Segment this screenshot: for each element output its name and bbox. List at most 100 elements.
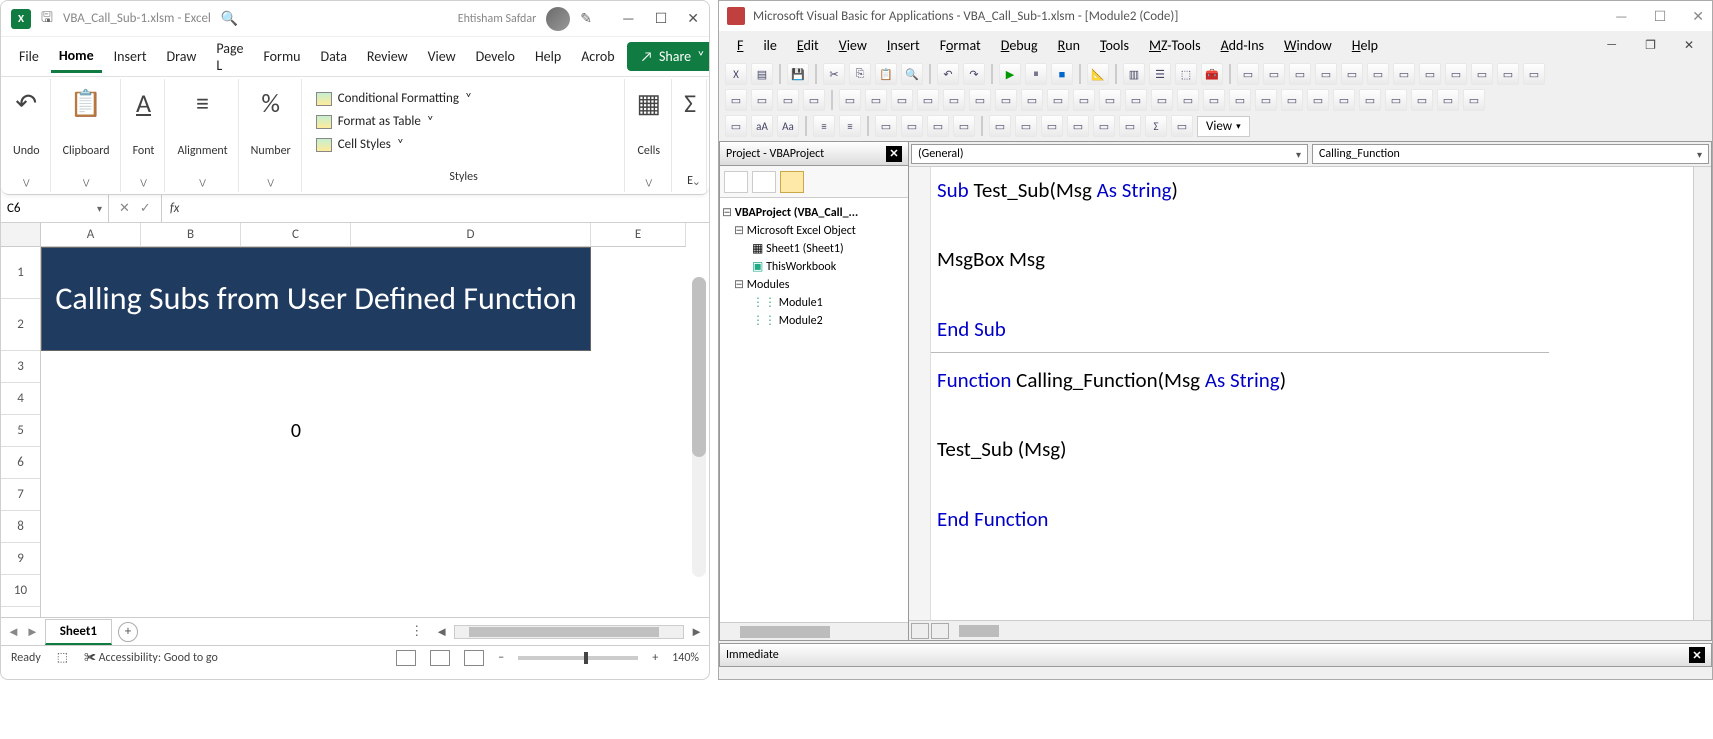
row-header-1[interactable]: 1 [1,247,40,299]
properties-icon[interactable]: ☰ [1149,63,1171,85]
view-excel-icon[interactable]: X [725,63,747,85]
view-dropdown[interactable]: View [1197,116,1250,137]
zoom-knob[interactable] [584,652,588,664]
undo-icon[interactable]: ↶ [937,63,959,85]
col-header-b[interactable]: B [141,223,241,246]
vba-maximize-icon[interactable]: ☐ [1654,8,1667,25]
project-explorer-icon[interactable]: ▥ [1123,63,1145,85]
menu-mztools[interactable]: MZ-Tools [1139,33,1211,58]
project-tree[interactable]: VBAProject (VBA_Call_... Microsoft Excel… [720,198,908,622]
object-dropdown[interactable]: (General) [911,144,1308,164]
project-hscroll-thumb[interactable] [740,626,830,638]
tb-icon[interactable]: ▭ [839,89,861,111]
row-header-2[interactable]: 2 [1,299,40,351]
row-header-7[interactable]: 7 [1,479,40,511]
paste-icon[interactable]: 📋 [875,63,897,85]
hscroll-right-icon[interactable]: ► [690,624,703,640]
tab-page-layout[interactable]: Page L [208,34,251,80]
design-mode-icon[interactable]: 📐 [1087,63,1109,85]
tab-view[interactable]: View [420,42,464,71]
tb-icon[interactable]: ▭ [725,89,747,111]
menu-insert[interactable]: Insert [877,33,930,58]
tb-icon[interactable]: ▭ [1229,89,1251,111]
col-header-a[interactable]: A [41,223,141,246]
tb-icon[interactable]: ▭ [803,89,825,111]
procedure-dropdown[interactable]: Calling_Function [1312,144,1709,164]
share-button[interactable]: Share ˅ [627,42,710,71]
tb-icon[interactable]: ▭ [1177,89,1199,111]
redo-icon[interactable]: ↷ [963,63,985,85]
cell-c5[interactable]: 0 [241,415,351,447]
tb-icon[interactable]: ▭ [1041,115,1063,137]
vertical-scrollbar[interactable] [692,277,706,577]
tb-icon[interactable]: ▭ [901,115,923,137]
menu-debug[interactable]: Debug [991,33,1048,58]
tb-icon[interactable]: ▭ [725,115,747,137]
menu-addins[interactable]: Add-Ins [1211,33,1274,58]
project-explorer-close-icon[interactable]: ✕ [886,146,902,162]
formula-input[interactable] [187,195,709,222]
immediate-close-icon[interactable]: ✕ [1689,647,1705,663]
tb-icon[interactable]: ▭ [1359,89,1381,111]
tb-icon[interactable]: ▭ [891,89,913,111]
tb-icon[interactable]: ▭ [1073,89,1095,111]
full-module-view-icon[interactable] [931,623,949,639]
tb-icon[interactable]: ▭ [1333,89,1355,111]
maximize-icon[interactable]: ☐ [655,10,668,27]
tree-thisworkbook[interactable]: ThisWorkbook [722,258,906,276]
format-as-table-button[interactable]: Format as Table ˅ [316,114,434,129]
view-page-break-icon[interactable] [464,650,484,666]
search-icon[interactable]: 🔍 [221,10,238,27]
tb-icon[interactable]: ▭ [1497,63,1519,85]
tb-icon[interactable]: Σ [1145,115,1167,137]
vba-minimize-icon[interactable]: — [1615,8,1628,25]
tab-options-icon[interactable]: ⋮ [410,624,423,639]
ribbon-group-number[interactable]: %Number⋁ [241,79,302,192]
copy-icon[interactable]: ⎘ [849,63,871,85]
hscroll-thumb[interactable] [469,627,659,637]
tb-icon[interactable]: ▭ [1015,115,1037,137]
view-normal-icon[interactable] [396,650,416,666]
tab-developer[interactable]: Develo [468,42,523,71]
tree-module2[interactable]: Module2 [722,312,906,330]
row-header-8[interactable]: 8 [1,511,40,543]
user-avatar[interactable] [546,7,570,31]
menu-format[interactable]: Format [930,33,991,58]
name-box[interactable]: C6 [1,195,109,222]
grid-cells[interactable]: Calling Subs from User Defined Function … [41,247,709,617]
mdi-close-icon[interactable]: ✕ [1674,34,1704,57]
tab-review[interactable]: Review [359,42,416,71]
run-icon[interactable]: ▶ [999,63,1021,85]
row-header-5[interactable]: 5 [1,415,40,447]
tb-icon[interactable]: ▭ [865,89,887,111]
tb-icon[interactable]: ▭ [1171,115,1193,137]
tree-vbaproject[interactable]: VBAProject (VBA_Call_... [722,204,906,222]
tb-icon[interactable]: ▭ [1021,89,1043,111]
tb-icon[interactable]: ▭ [1385,89,1407,111]
macro-record-icon[interactable]: ⬚ [57,650,68,665]
tb-icon[interactable]: Aa [777,115,799,137]
tb-icon[interactable]: ▭ [989,115,1011,137]
menu-tools[interactable]: Tools [1090,33,1139,58]
immediate-window-titlebar[interactable]: Immediate ✕ [719,643,1712,667]
tb-icon[interactable]: ▭ [1341,63,1363,85]
close-icon[interactable]: ✕ [687,10,699,27]
accessibility-status[interactable]: ✀ Accessibility: Good to go [84,651,218,665]
menu-view[interactable]: View [829,33,877,58]
vba-close-icon[interactable]: ✕ [1692,8,1704,25]
tb-icon[interactable]: ▭ [1315,63,1337,85]
tab-file[interactable]: File [11,42,47,71]
tb-icon[interactable]: ▭ [995,89,1017,111]
tb-icon[interactable]: ▭ [1263,63,1285,85]
tab-help[interactable]: Help [527,42,569,71]
cell-banner-a1d2[interactable]: Calling Subs from User Defined Function [41,247,591,351]
row-header-4[interactable]: 4 [1,383,40,415]
tb-icon[interactable]: ▭ [1093,115,1115,137]
minimize-icon[interactable]: — [622,10,635,27]
mdi-minimize-icon[interactable]: — [1596,34,1627,57]
conditional-formatting-button[interactable]: Conditional Formatting ˅ [316,91,472,106]
toolbox-icon[interactable]: 🧰 [1201,63,1223,85]
row-header-9[interactable]: 9 [1,543,40,575]
tb-icon[interactable]: ▭ [875,115,897,137]
tb-icon[interactable]: ▭ [1203,89,1225,111]
